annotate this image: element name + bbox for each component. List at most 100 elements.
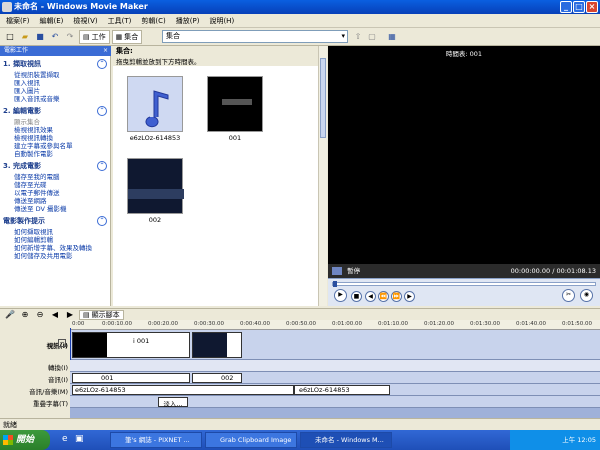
clip-thumbnail-video[interactable] xyxy=(127,158,184,214)
task-link[interactable]: 自動製作電影 xyxy=(0,150,110,158)
ruler-tick: 0:01:20.00 xyxy=(424,321,454,327)
seek-thumb[interactable] xyxy=(333,281,337,287)
task-link[interactable]: 儲存至我的電腦 xyxy=(0,173,110,181)
taskbar: 開始 e ▣ 筆's 網誌 - PIXNET ... Grab Clipboar… xyxy=(0,430,600,450)
task-link[interactable]: 以電子郵件傳送 xyxy=(0,189,110,197)
zoom-in-icon[interactable]: ⊕ xyxy=(19,309,31,321)
task-link[interactable]: 如何擷取視訊 xyxy=(0,228,110,236)
system-tray: 上午 12:05 xyxy=(510,430,600,450)
split-clip-icon[interactable]: ✂ xyxy=(562,289,575,302)
track-label-transition: 轉換(I) xyxy=(48,364,68,372)
playback-status: 暫停 xyxy=(347,267,361,275)
timeline-clip-label: i 001 xyxy=(133,337,150,345)
task-link[interactable]: 匯入圖片 xyxy=(0,87,110,95)
snapshot-icon[interactable]: ◉ xyxy=(580,289,593,302)
zoom-out-icon[interactable]: ⊖ xyxy=(34,309,46,321)
task-link[interactable]: 建立字幕或參與名單 xyxy=(0,142,110,150)
desktop-icon[interactable]: ▣ xyxy=(75,434,84,444)
playhead[interactable] xyxy=(70,328,71,360)
save-icon[interactable]: ■ xyxy=(34,31,46,43)
stop-icon[interactable]: ■ xyxy=(351,291,362,302)
view-options-icon[interactable]: ▦ xyxy=(386,31,398,43)
task-link[interactable]: 從視訊裝置擷取 xyxy=(0,71,110,79)
undo-icon[interactable]: ↶ xyxy=(49,31,61,43)
music-clip[interactable]: e6zLOz-614853 xyxy=(294,385,390,395)
collections-label: 集合 xyxy=(124,32,139,41)
chevron-up-icon[interactable]: ⌃ xyxy=(97,59,107,69)
tasks-button[interactable]: ▤ 工作 xyxy=(79,29,110,44)
section-tips-header[interactable]: 電影製作提示 ⌃ xyxy=(0,213,110,228)
menu-tools[interactable]: 工具(T) xyxy=(108,16,132,26)
timeline-ruler[interactable]: 0:00 0:00:10.00 0:00:20.00 0:00:30.00 0:… xyxy=(70,320,600,330)
clip-thumbnail-audio[interactable] xyxy=(127,76,183,132)
rewind-timeline-icon[interactable]: ◀ xyxy=(49,309,61,321)
close-icon[interactable]: × xyxy=(103,46,108,56)
ruler-tick: 0:00:30.00 xyxy=(194,321,224,327)
status-bar: 就緒 xyxy=(0,418,600,430)
section-finish-header[interactable]: 3. 完成電影 ⌃ xyxy=(0,158,110,173)
chevron-up-icon[interactable]: ⌃ xyxy=(97,106,107,116)
ie-icon[interactable]: e xyxy=(62,434,68,444)
taskbar-task-active[interactable]: 未命名 - Windows M... xyxy=(300,432,392,448)
previous-frame-icon[interactable]: ◀ xyxy=(365,291,376,302)
new-project-icon[interactable]: □ xyxy=(4,31,16,43)
clip-label: e6zLOz-614853 xyxy=(129,134,181,142)
minimize-button[interactable]: _ xyxy=(560,1,572,13)
play-icon[interactable]: ▶ xyxy=(334,289,347,302)
open-folder-icon[interactable]: ▰ xyxy=(19,31,31,43)
task-link[interactable]: 傳送至 DV 攝影機 xyxy=(0,205,110,213)
audio-clip[interactable]: 001 xyxy=(72,373,190,383)
task-link[interactable]: 匯入音訊或音樂 xyxy=(0,95,110,103)
section-tips: 電影製作提示 ⌃ 如何擷取視訊 如何編輯剪輯 如何新增字幕、效果及轉換 如何儲存及… xyxy=(0,213,110,260)
clip-thumbnail-video[interactable] xyxy=(207,76,263,132)
seek-bar[interactable] xyxy=(332,281,596,287)
start-button[interactable]: 開始 xyxy=(0,430,50,450)
menu-edit[interactable]: 編輯(E) xyxy=(40,16,64,26)
section-edit-header[interactable]: 2. 編輯電影 ⌃ xyxy=(0,103,110,118)
section-title: 電影製作提示 xyxy=(3,217,45,225)
section-capture-header[interactable]: 1. 擷取視訊 ⌃ xyxy=(0,56,110,71)
music-clip[interactable]: e6zLOz-614853 xyxy=(72,385,294,395)
menu-clip[interactable]: 剪輯(C) xyxy=(141,16,165,26)
close-button[interactable]: × xyxy=(586,1,598,13)
task-link[interactable]: 儲存至光碟 xyxy=(0,181,110,189)
task-link[interactable]: 如何儲存及共用電影 xyxy=(0,252,110,260)
audio-clip[interactable]: 002 xyxy=(192,373,242,383)
new-collection-icon[interactable]: ▢ xyxy=(366,31,378,43)
task-link[interactable]: 匯入視訊 xyxy=(0,79,110,87)
fullscreen-icon[interactable] xyxy=(332,267,342,275)
menu-play[interactable]: 播放(P) xyxy=(176,16,200,26)
task-link[interactable]: 檢視視訊轉換 xyxy=(0,134,110,142)
collection-scrollbar[interactable] xyxy=(318,46,327,306)
forward-frame-icon[interactable]: ⏩ xyxy=(391,291,402,302)
taskbar-task[interactable]: 筆's 網誌 - PIXNET ... xyxy=(110,432,202,448)
task-link[interactable]: 顯示集合 xyxy=(0,118,110,126)
up-folder-icon[interactable]: ⇧ xyxy=(352,31,364,43)
task-link[interactable]: 傳送至網路 xyxy=(0,197,110,205)
collapse-icon[interactable]: − xyxy=(58,339,66,347)
show-storyboard-button[interactable]: ▤ 顯示腳本 xyxy=(79,309,124,320)
narrate-icon[interactable]: 🎤 xyxy=(4,309,16,321)
collection-select[interactable]: 集合 ▾ xyxy=(162,30,348,43)
chevron-up-icon[interactable]: ⌃ xyxy=(97,216,107,226)
collections-button[interactable]: ▦ 集合 xyxy=(111,29,143,44)
task-link[interactable]: 如何新增字幕、效果及轉換 xyxy=(0,244,110,252)
clip-label: 001 xyxy=(228,134,242,142)
back-frame-icon[interactable]: ⏪ xyxy=(378,291,389,302)
chevron-up-icon[interactable]: ⌃ xyxy=(97,161,107,171)
title-clip[interactable]: 淡入... xyxy=(158,397,188,408)
menu-file[interactable]: 檔案(F) xyxy=(6,16,30,26)
menu-view[interactable]: 檢視(V) xyxy=(73,16,97,26)
maximize-button[interactable]: □ xyxy=(573,1,585,13)
task-link[interactable]: 檢視視訊效果 xyxy=(0,126,110,134)
redo-icon[interactable]: ↷ xyxy=(64,31,76,43)
menu-help[interactable]: 說明(H) xyxy=(209,16,234,26)
task-link[interactable]: 如何編輯剪輯 xyxy=(0,236,110,244)
next-frame-icon[interactable]: ▶ xyxy=(404,291,415,302)
taskbar-task[interactable]: Grab Clipboard Image xyxy=(205,432,297,448)
timeline-clip[interactable] xyxy=(192,332,242,358)
track-label-title: 重疊字幕(T) xyxy=(32,400,68,408)
timeline-clip[interactable]: i 001 xyxy=(72,332,190,358)
ruler-tick: 0:01:40.00 xyxy=(516,321,546,327)
play-timeline-icon[interactable]: ▶ xyxy=(64,309,76,321)
